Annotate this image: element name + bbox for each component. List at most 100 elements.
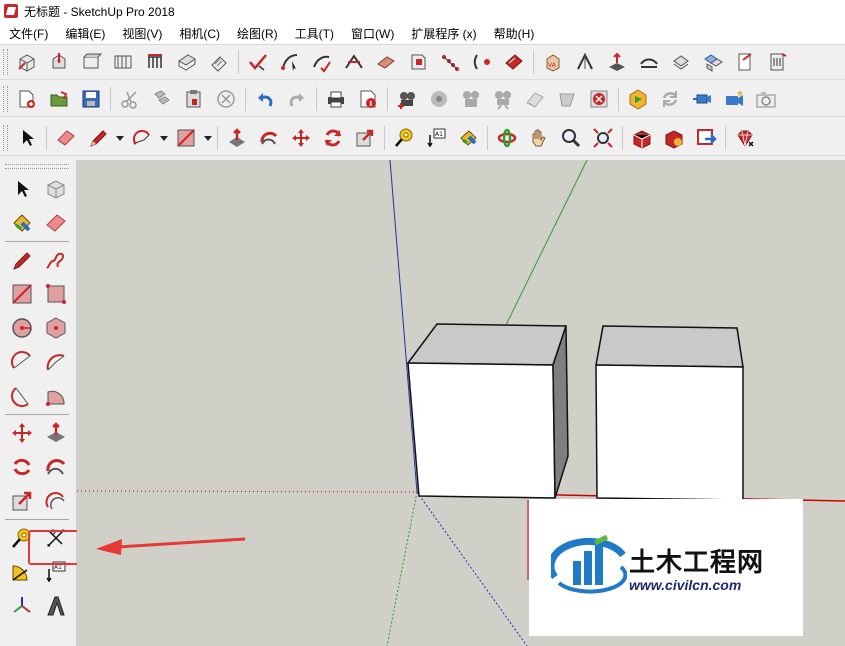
menu-tools[interactable]: 工具(T) [286, 25, 342, 42]
tour-icon[interactable] [488, 84, 518, 114]
menu-camera[interactable]: 相机(C) [170, 25, 228, 42]
layers-icon[interactable] [634, 47, 664, 77]
follow-me-icon[interactable] [254, 123, 284, 153]
walk-icon[interactable] [456, 84, 486, 114]
extension-warehouse-icon[interactable] [691, 123, 721, 153]
photo-icon[interactable] [751, 84, 781, 114]
sandbox-icon[interactable] [570, 47, 600, 77]
camera-position-icon[interactable] [392, 84, 422, 114]
tape-measure-icon[interactable] [389, 123, 419, 153]
pencil-dropdown-arrow[interactable] [114, 123, 126, 153]
zoom-extents-icon[interactable] [588, 123, 618, 153]
toolbar-grip[interactable] [5, 164, 69, 169]
section-fill-icon[interactable] [467, 47, 497, 77]
text-icon[interactable]: A1 [421, 123, 451, 153]
orbit-icon[interactable] [492, 123, 522, 153]
print-icon[interactable] [321, 84, 351, 114]
ruby-console-icon[interactable] [730, 123, 760, 153]
cut-icon[interactable] [115, 84, 145, 114]
push-pull-icon[interactable] [222, 123, 252, 153]
rotated-rectangle-icon[interactable] [41, 279, 71, 309]
menu-help[interactable]: 帮助(H) [485, 25, 543, 42]
arc-icon[interactable] [7, 347, 37, 377]
section-plane-icon[interactable] [435, 47, 465, 77]
component-icon[interactable] [41, 174, 71, 204]
fog-icon[interactable] [552, 84, 582, 114]
rectangle-icon[interactable] [171, 123, 201, 153]
left-view-icon[interactable] [172, 47, 202, 77]
warehouse-icon[interactable] [730, 47, 760, 77]
back-view-icon[interactable] [140, 47, 170, 77]
pie-icon[interactable] [41, 381, 71, 411]
x-ray-icon[interactable] [243, 47, 273, 77]
animation-icon[interactable] [687, 84, 717, 114]
select-icon[interactable] [12, 123, 42, 153]
cube-2[interactable] [595, 325, 744, 501]
monochrome-icon[interactable] [403, 47, 433, 77]
circle-icon[interactable] [7, 313, 37, 343]
toolbar-grip[interactable] [3, 86, 8, 112]
menu-draw[interactable]: 绘图(R) [228, 25, 286, 42]
copy-icon[interactable] [147, 84, 177, 114]
zoom-icon[interactable] [556, 123, 586, 153]
polygon-icon[interactable] [41, 313, 71, 343]
three-point-arc-icon[interactable] [7, 381, 37, 411]
stop-icon[interactable] [584, 84, 614, 114]
wireframe-icon[interactable] [275, 47, 305, 77]
scale-icon[interactable] [350, 123, 380, 153]
offset-icon[interactable] [41, 486, 71, 516]
eraser-icon[interactable] [51, 123, 81, 153]
arc-dropdown-arrow[interactable] [158, 123, 170, 153]
share-model-icon[interactable] [659, 123, 689, 153]
textured-icon[interactable] [371, 47, 401, 77]
new-file-icon[interactable] [12, 84, 42, 114]
display-section-icon[interactable]: VA [538, 47, 568, 77]
scene-icon[interactable] [719, 84, 749, 114]
select-icon[interactable] [7, 174, 37, 204]
menu-file[interactable]: 文件(F) [0, 25, 56, 42]
toolbar-grip[interactable] [3, 125, 8, 151]
cube-1[interactable] [406, 323, 569, 499]
undo-icon[interactable] [250, 84, 280, 114]
look-around-icon[interactable] [424, 84, 454, 114]
bottom-view-icon[interactable] [204, 47, 234, 77]
terrain-icon[interactable] [602, 47, 632, 77]
components-icon[interactable] [698, 47, 728, 77]
outliner-icon[interactable] [666, 47, 696, 77]
warehouse-3d-icon[interactable] [627, 123, 657, 153]
line-icon[interactable] [7, 245, 37, 275]
open-file-icon[interactable] [44, 84, 74, 114]
shadow-icon[interactable] [520, 84, 550, 114]
axes-icon[interactable] [7, 591, 37, 621]
push-pull-icon[interactable] [41, 418, 71, 448]
style-icon[interactable] [623, 84, 653, 114]
rectangle-dropdown-arrow[interactable] [202, 123, 214, 153]
redo-icon[interactable] [282, 84, 312, 114]
follow-me-icon[interactable] [41, 452, 71, 482]
top-view-icon[interactable] [44, 47, 74, 77]
paste-icon[interactable] [179, 84, 209, 114]
eraser-icon[interactable] [41, 208, 71, 238]
toolbar-grip[interactable] [3, 49, 8, 75]
scale-icon[interactable] [7, 486, 37, 516]
model-info-icon[interactable]: i [353, 84, 383, 114]
arc-icon[interactable] [127, 123, 157, 153]
move-icon[interactable] [286, 123, 316, 153]
sync-icon[interactable] [655, 84, 685, 114]
menu-edit[interactable]: 编辑(E) [56, 25, 113, 42]
hidden-line-icon[interactable] [307, 47, 337, 77]
iso-view-icon[interactable] [12, 47, 42, 77]
rotate-icon[interactable] [7, 452, 37, 482]
front-view-icon[interactable] [76, 47, 106, 77]
menu-view[interactable]: 视图(V) [113, 25, 170, 42]
freehand-icon[interactable] [41, 245, 71, 275]
two-point-arc-icon[interactable] [41, 347, 71, 377]
3d-text-icon[interactable] [41, 591, 71, 621]
section-cut-icon[interactable] [499, 47, 529, 77]
extension-icon[interactable] [762, 47, 792, 77]
save-icon[interactable] [76, 84, 106, 114]
pencil-icon[interactable] [83, 123, 113, 153]
right-view-icon[interactable] [108, 47, 138, 77]
erase-icon[interactable] [211, 84, 241, 114]
rectangle-icon[interactable] [7, 279, 37, 309]
